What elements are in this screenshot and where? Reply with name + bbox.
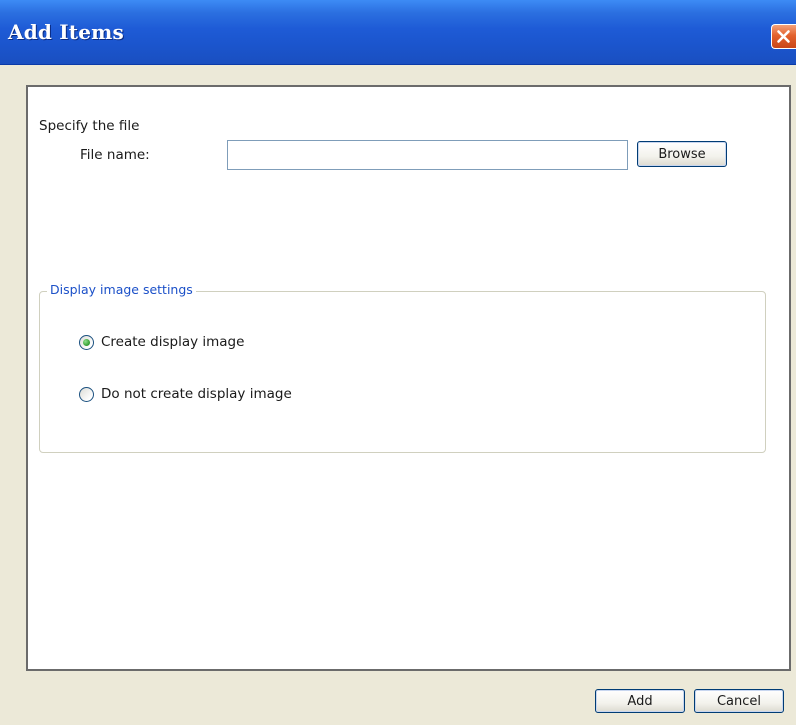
close-icon [777,30,790,43]
radio-label-create: Create display image [101,334,245,350]
add-button[interactable]: Add [595,689,685,713]
group-legend: Display image settings [47,282,196,297]
close-button[interactable] [771,24,796,49]
display-image-settings-group: Display image settings Create display im… [39,282,766,453]
radio-do-not-create-display-image[interactable]: Do not create display image [79,384,292,404]
file-name-input[interactable] [227,140,628,170]
radio-button-selected[interactable] [79,334,94,350]
radio-label-do-not-create: Do not create display image [101,386,292,402]
radio-create-display-image[interactable]: Create display image [79,332,244,352]
title-bar[interactable]: Add Items [0,0,796,65]
window-title: Add Items [8,20,124,44]
section-heading-specify-file: Specify the file [39,118,140,134]
file-name-label: File name: [80,147,150,163]
radio-button-unselected[interactable] [79,386,94,402]
cancel-button[interactable]: Cancel [694,689,784,713]
browse-button[interactable]: Browse [637,141,727,167]
content-panel: Specify the file File name: Browse Displ… [26,85,791,671]
